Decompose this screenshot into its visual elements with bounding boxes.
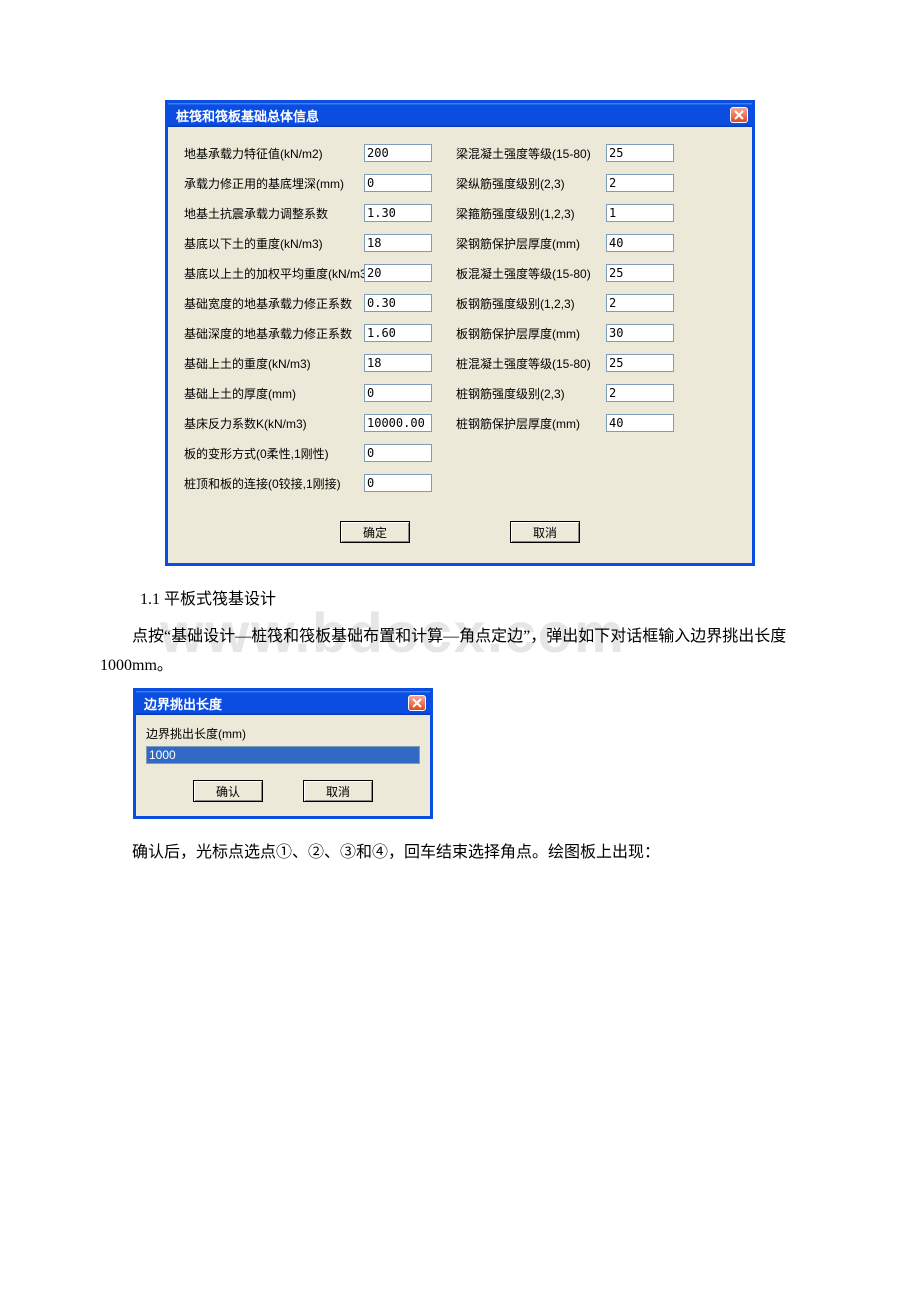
close-button[interactable] bbox=[730, 107, 748, 123]
field-label: 板钢筋保护层厚度(mm) bbox=[456, 325, 580, 342]
input-width-correction[interactable] bbox=[364, 294, 432, 312]
input-soil-weight-below[interactable] bbox=[364, 234, 432, 252]
input-pile-rebar[interactable] bbox=[606, 384, 674, 402]
titlebar[interactable]: 桩筏和筏板基础总体信息 bbox=[168, 103, 752, 127]
ok-button[interactable]: 确认 bbox=[193, 780, 263, 802]
field-label: 基础上土的厚度(mm) bbox=[184, 385, 296, 402]
field-label: 边界挑出长度(mm) bbox=[146, 725, 420, 742]
body-text: 点按“基础设计—桩筏和筏板基础布置和计算—角点定边”，弹出如下对话框输入边界挑出… bbox=[0, 623, 920, 681]
field-label: 基底以下土的重度(kN/m3) bbox=[184, 235, 323, 252]
dialog-body: 边界挑出长度(mm) 确认 取消 bbox=[136, 715, 430, 816]
field-label: 基础深度的地基承载力修正系数 bbox=[184, 325, 352, 342]
close-icon bbox=[412, 698, 422, 708]
close-icon bbox=[734, 110, 744, 120]
field-label: 梁纵筋强度级别(2,3) bbox=[456, 175, 565, 192]
field-label: 承载力修正用的基底埋深(mm) bbox=[184, 175, 344, 192]
field-label: 梁混凝土强度等级(15-80) bbox=[456, 145, 591, 162]
cancel-button[interactable]: 取消 bbox=[510, 521, 580, 543]
field-label: 桩混凝土强度等级(15-80) bbox=[456, 355, 591, 372]
field-label: 桩顶和板的连接(0铰接,1刚接) bbox=[184, 475, 341, 492]
field-label: 基底以上土的加权平均重度(kN/m3) bbox=[184, 265, 371, 282]
input-boundary-length[interactable] bbox=[146, 746, 420, 764]
section-heading: 1.1 平板式筏基设计 bbox=[0, 586, 920, 615]
dialog-title: 桩筏和筏板基础总体信息 bbox=[176, 106, 319, 125]
input-beam-concrete[interactable] bbox=[606, 144, 674, 162]
input-soil-weight-on[interactable] bbox=[364, 354, 432, 372]
input-burial-depth[interactable] bbox=[364, 174, 432, 192]
field-label: 梁钢筋保护层厚度(mm) bbox=[456, 235, 580, 252]
input-seismic-factor[interactable] bbox=[364, 204, 432, 222]
input-beam-stirrup[interactable] bbox=[606, 204, 674, 222]
input-subgrade-k[interactable] bbox=[364, 414, 432, 432]
cancel-button[interactable]: 取消 bbox=[303, 780, 373, 802]
input-soil-thickness[interactable] bbox=[364, 384, 432, 402]
input-plate-deform[interactable] bbox=[364, 444, 432, 462]
field-label: 板的变形方式(0柔性,1刚性) bbox=[184, 445, 329, 462]
input-beam-longitudinal[interactable] bbox=[606, 174, 674, 192]
field-label: 基础宽度的地基承载力修正系数 bbox=[184, 295, 352, 312]
titlebar[interactable]: 边界挑出长度 bbox=[136, 691, 430, 715]
field-label: 板混凝土强度等级(15-80) bbox=[456, 265, 591, 282]
input-pile-connect[interactable] bbox=[364, 474, 432, 492]
dialog-body: 地基承载力特征值(kN/m2) 承载力修正用的基底埋深(mm) 地基土抗震承载力… bbox=[168, 127, 752, 563]
ok-button[interactable]: 确定 bbox=[340, 521, 410, 543]
field-label: 板钢筋强度级别(1,2,3) bbox=[456, 295, 575, 312]
input-bearing-capacity[interactable] bbox=[364, 144, 432, 162]
dialog-title: 边界挑出长度 bbox=[144, 694, 222, 713]
field-label: 地基土抗震承载力调整系数 bbox=[184, 205, 328, 222]
input-slab-concrete[interactable] bbox=[606, 264, 674, 282]
input-beam-cover[interactable] bbox=[606, 234, 674, 252]
input-pile-cover[interactable] bbox=[606, 414, 674, 432]
input-depth-correction[interactable] bbox=[364, 324, 432, 342]
field-label: 基床反力系数K(kN/m3) bbox=[184, 415, 307, 432]
input-soil-weight-above[interactable] bbox=[364, 264, 432, 282]
dialog-foundation-info: 桩筏和筏板基础总体信息 地基承载力特征值(kN/m2) 承载力修正用的基底埋深(… bbox=[165, 100, 755, 566]
field-label: 地基承载力特征值(kN/m2) bbox=[184, 145, 323, 162]
field-label: 桩钢筋保护层厚度(mm) bbox=[456, 415, 580, 432]
dialog-boundary-offset: 边界挑出长度 边界挑出长度(mm) 确认 取消 bbox=[133, 688, 433, 819]
input-pile-concrete[interactable] bbox=[606, 354, 674, 372]
body-text: 确认后，光标点选点①、②、③和④，回车结束选择角点。绘图板上出现： bbox=[0, 839, 920, 868]
input-slab-rebar[interactable] bbox=[606, 294, 674, 312]
field-label: 桩钢筋强度级别(2,3) bbox=[456, 385, 565, 402]
close-button[interactable] bbox=[408, 695, 426, 711]
field-label: 基础上土的重度(kN/m3) bbox=[184, 355, 311, 372]
field-label: 梁箍筋强度级别(1,2,3) bbox=[456, 205, 575, 222]
input-slab-cover[interactable] bbox=[606, 324, 674, 342]
